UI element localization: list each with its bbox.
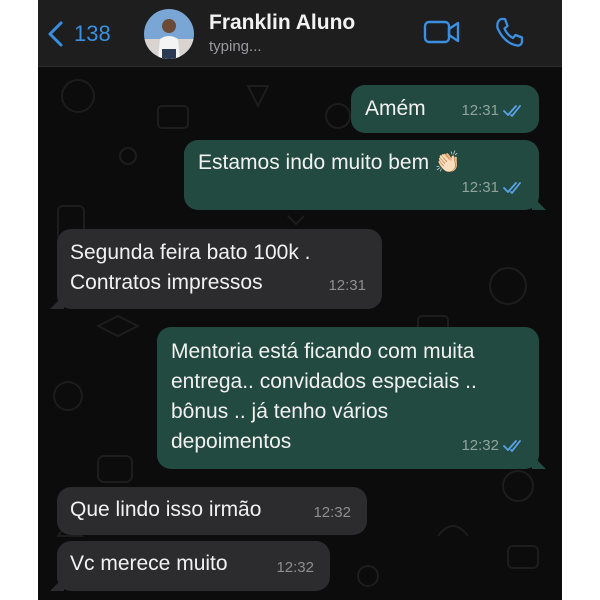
message-text: Segunda feira bato 100k . Contratos impr… — [70, 241, 311, 294]
message-bubble-outgoing[interactable]: Amém 12:31 — [351, 85, 539, 133]
video-call-button[interactable] — [423, 19, 461, 50]
message-bubble-incoming[interactable]: Vc merece muito 12:32 — [50, 541, 330, 591]
video-camera-icon — [423, 20, 460, 44]
typing-status: typing... — [209, 38, 262, 55]
message-text: Mentoria está ficando com muita entrega.… — [171, 340, 477, 453]
voice-call-button[interactable] — [494, 16, 524, 53]
double-check-icon — [503, 105, 521, 117]
chat-header: 138 Franklin Aluno typing... — [38, 0, 562, 67]
message-bubble-incoming[interactable]: Segunda feira bato 100k . Contratos impr… — [50, 229, 382, 309]
message-bubble-outgoing[interactable]: Estamos indo muito bem 👏🏻 12:31 — [184, 140, 546, 210]
message-meta: 12:31 — [461, 96, 525, 126]
message-text: Amém — [365, 97, 426, 120]
message-meta: 12:31 — [461, 173, 525, 203]
contact-name[interactable]: Franklin Aluno — [209, 11, 355, 35]
message-bubble-incoming[interactable]: Que lindo isso irmão 12:32 — [57, 487, 367, 535]
message-time: 12:32 — [313, 504, 351, 521]
phone-icon — [496, 17, 524, 47]
back-button[interactable]: 138 — [46, 14, 111, 54]
chat-screen: 138 Franklin Aluno typing... Amém 12:31 … — [38, 0, 562, 600]
chevron-left-icon — [48, 21, 63, 47]
message-meta: 12:32 — [313, 498, 351, 528]
message-meta: 12:32 — [276, 553, 314, 583]
avatar[interactable] — [144, 9, 194, 59]
message-time: 12:31 — [328, 277, 366, 294]
message-meta: 12:31 — [328, 271, 366, 301]
message-time: 12:31 — [461, 179, 499, 196]
unread-count: 138 — [74, 21, 111, 46]
avatar-image — [144, 9, 194, 59]
message-meta: 12:32 — [461, 431, 525, 461]
message-text: Que lindo isso irmão — [70, 498, 262, 521]
double-check-icon — [503, 182, 521, 194]
message-time: 12:31 — [461, 102, 499, 119]
message-text: Vc merece muito — [70, 552, 228, 575]
message-time: 12:32 — [461, 437, 499, 454]
message-bubble-outgoing[interactable]: Mentoria está ficando com muita entrega.… — [157, 327, 546, 469]
message-time: 12:32 — [276, 559, 314, 576]
double-check-icon — [503, 440, 521, 452]
message-text: Estamos indo muito bem 👏🏻 — [198, 151, 462, 174]
